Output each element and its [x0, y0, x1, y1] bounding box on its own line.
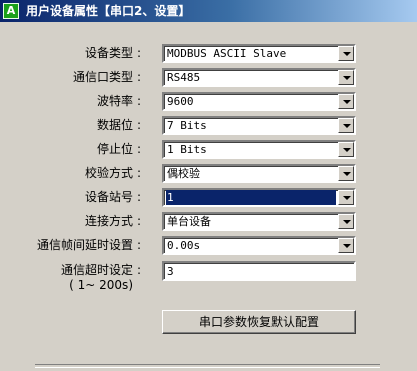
frame-delay-combo[interactable]: 0.00s	[162, 236, 356, 255]
bottom-divider	[35, 364, 380, 368]
chevron-down-icon[interactable]	[338, 46, 354, 61]
chevron-down-icon[interactable]	[338, 142, 354, 157]
chevron-down-icon[interactable]	[338, 214, 354, 229]
parity-label: 校验方式:	[84, 166, 142, 180]
data-bits-combo[interactable]: 7 Bits	[162, 116, 356, 135]
baud-rate-label: 波特率:	[96, 94, 142, 108]
device-type-combo[interactable]: MODBUS ASCII Slave	[162, 44, 356, 63]
stop-bits-value: 1 Bits	[167, 143, 207, 156]
station-number-combo[interactable]: 1	[162, 188, 356, 207]
frame-delay-value: 0.00s	[167, 239, 201, 252]
data-bits-value: 7 Bits	[167, 119, 207, 132]
chevron-down-icon[interactable]	[338, 238, 354, 253]
device-type-label: 设备类型:	[84, 46, 142, 60]
window-title: 用户设备属性【串口2、设置】	[26, 4, 191, 18]
stop-bits-label: 停止位:	[96, 142, 142, 156]
port-type-value: RS485	[167, 71, 201, 84]
stop-bits-combo[interactable]: 1 Bits	[162, 140, 356, 159]
data-bits-label: 数据位:	[96, 118, 142, 132]
timeout-range-label: ( 1~ 200s)	[69, 278, 133, 292]
baud-rate-combo[interactable]: 9600	[162, 92, 356, 111]
device-type-value: MODBUS ASCII Slave	[167, 47, 287, 60]
parity-combo[interactable]: 偶校验	[162, 164, 356, 183]
connection-mode-label: 连接方式:	[84, 214, 142, 228]
baud-rate-value: 9600	[167, 95, 194, 108]
station-number-label: 设备站号:	[84, 190, 142, 204]
chevron-down-icon[interactable]	[338, 94, 354, 109]
title-bar[interactable]: A 用户设备属性【串口2、设置】	[0, 0, 417, 22]
port-type-label: 通信口类型:	[72, 70, 142, 84]
app-icon: A	[3, 3, 19, 19]
restore-defaults-button[interactable]: 串口参数恢复默认配置	[162, 310, 356, 334]
parity-value: 偶校验	[167, 167, 200, 180]
timeout-input[interactable]: 3	[162, 261, 356, 281]
chevron-down-icon[interactable]	[338, 70, 354, 85]
chevron-down-icon[interactable]	[338, 118, 354, 133]
chevron-down-icon[interactable]	[338, 166, 354, 181]
station-number-value: 1	[166, 190, 336, 205]
port-type-combo[interactable]: RS485	[162, 68, 356, 87]
connection-mode-combo[interactable]: 单台设备	[162, 212, 356, 231]
chevron-down-icon[interactable]	[338, 190, 354, 205]
connection-mode-value: 单台设备	[167, 215, 211, 228]
frame-delay-label: 通信帧间延时设置:	[36, 238, 142, 252]
timeout-value: 3	[167, 265, 174, 278]
